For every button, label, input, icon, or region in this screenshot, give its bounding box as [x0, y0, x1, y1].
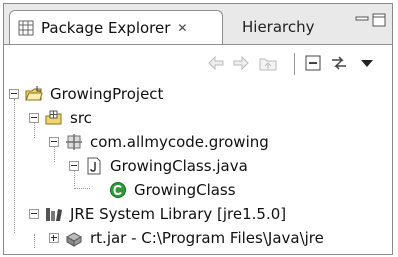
view-toolbar: [4, 44, 392, 81]
tree-connector: [34, 234, 35, 248]
expand-toggle[interactable]: [49, 233, 59, 243]
tree-item-label: GrowingClass: [134, 181, 236, 199]
tree-item-rt-jar[interactable]: rt.jar - C:\Program Files\Java\jre: [49, 226, 324, 250]
collapse-toggle[interactable]: [29, 113, 39, 123]
close-icon[interactable]: ✕: [177, 21, 187, 35]
forward-arrow-icon[interactable]: [232, 54, 250, 72]
class-icon: [110, 182, 126, 198]
java-file-icon: [87, 157, 101, 175]
tab-package-explorer[interactable]: Package Explorer ✕: [9, 10, 223, 44]
tab-label: Package Explorer: [41, 18, 171, 37]
collapse-toggle[interactable]: [49, 137, 59, 147]
tree-item-label: JRE System Library [jre1.5.0]: [70, 205, 287, 223]
project-tree: GrowingProject src com.allmycode.growing: [4, 80, 392, 254]
collapse-toggle[interactable]: [29, 209, 39, 219]
project-folder-icon: [25, 86, 43, 101]
tree-connector: [74, 188, 90, 189]
package-explorer-view: Package Explorer ✕ Hierarchy GrowingProj…: [3, 3, 393, 255]
minimize-icon[interactable]: [355, 13, 369, 27]
tree-item-label: GrowingClass.java: [110, 157, 248, 175]
tree-item-class[interactable]: GrowingClass: [109, 178, 236, 202]
tab-hierarchy[interactable]: Hierarchy: [234, 10, 315, 44]
tree-item-src[interactable]: src: [29, 106, 92, 130]
maximize-icon[interactable]: [372, 13, 386, 27]
tree-item-java-file[interactable]: GrowingClass.java: [69, 154, 248, 178]
collapse-toggle[interactable]: [9, 89, 19, 99]
tree-connector: [14, 99, 15, 233]
collapse-all-icon[interactable]: [304, 54, 322, 72]
tree-item-label: GrowingProject: [50, 85, 164, 103]
tree-item-jre-library[interactable]: JRE System Library [jre1.5.0]: [29, 202, 286, 226]
source-folder-icon: [45, 110, 62, 125]
link-with-editor-icon[interactable]: [330, 54, 348, 72]
package-explorer-icon: [18, 20, 34, 35]
tree-item-label: rt.jar - C:\Program Files\Java\jre: [90, 229, 324, 247]
tree-item-label: com.allmycode.growing: [90, 133, 269, 151]
tree-item-project[interactable]: GrowingProject: [9, 82, 163, 106]
tree-item-package[interactable]: com.allmycode.growing: [49, 130, 269, 154]
up-folder-icon[interactable]: [259, 54, 277, 72]
jar-icon: [65, 232, 83, 247]
collapse-toggle[interactable]: [69, 161, 79, 171]
view-tab-bar: Package Explorer ✕ Hierarchy: [4, 4, 392, 44]
window-controls: [355, 13, 386, 27]
library-icon: [46, 208, 62, 221]
toolbar-separator: [294, 53, 295, 75]
package-icon: [66, 134, 82, 150]
tab-label: Hierarchy: [242, 18, 315, 36]
back-arrow-icon[interactable]: [207, 54, 225, 72]
view-menu-icon[interactable]: [358, 54, 376, 72]
tree-item-label: src: [70, 109, 92, 127]
